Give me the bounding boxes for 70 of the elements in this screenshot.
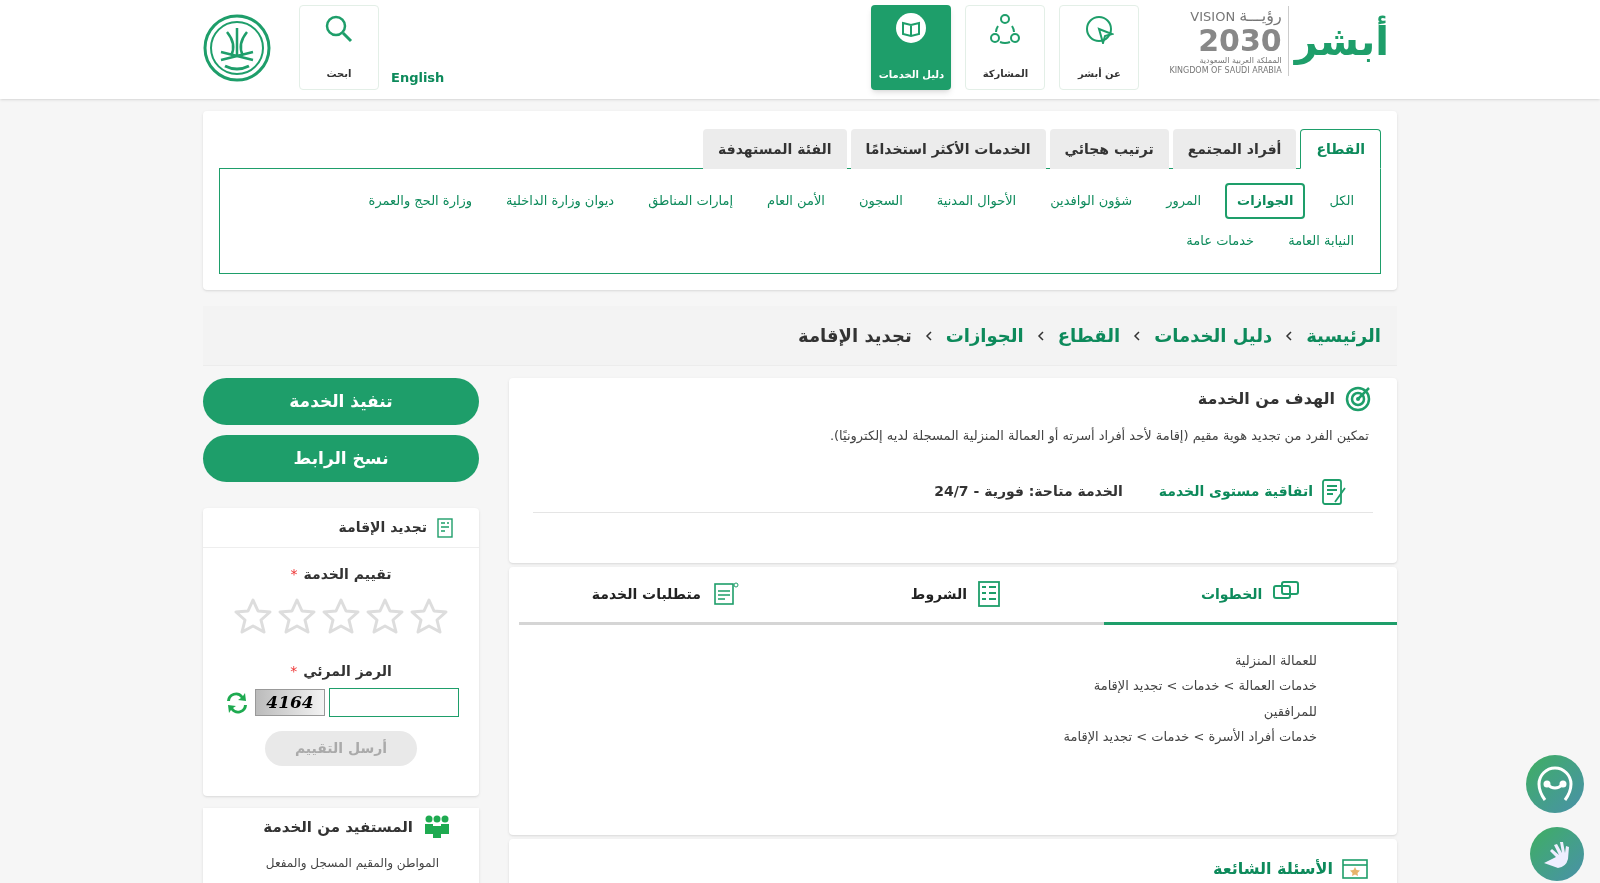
breadcrumb-link[interactable]: تجديد الإقامة [798, 322, 912, 349]
sector-item[interactable]: خدمات عامة [1176, 223, 1265, 259]
sector-item[interactable]: السجون [849, 183, 913, 219]
nav-tab[interactable]: المشاركة [965, 5, 1046, 90]
sector-item[interactable]: الكل [1319, 183, 1364, 219]
star-icon[interactable] [365, 597, 405, 635]
people-icon [423, 814, 451, 840]
field-label: الرمز المرئي [303, 662, 392, 682]
sector-tab[interactable]: أفراد المجتمع [1172, 129, 1297, 169]
breadcrumb-link[interactable]: القطاع [1057, 322, 1121, 349]
required-mark: * [290, 662, 298, 681]
sign-language-button[interactable] [1530, 827, 1584, 881]
emblem-icon [203, 14, 271, 82]
document-icon [437, 517, 453, 538]
required-mark: * [290, 565, 298, 584]
chat-assistant-button[interactable] [1526, 755, 1584, 813]
nav-tab[interactable]: دليل الخدمات [871, 5, 952, 90]
sector-item[interactable]: ديوان وزارة الداخلية [496, 183, 625, 219]
sector-item[interactable]: الجوازات [1225, 183, 1306, 219]
book-icon [896, 13, 927, 43]
target-icon [1345, 386, 1371, 412]
chevron-icon [1035, 329, 1046, 342]
chevron-icon [1284, 329, 1295, 342]
sector-item[interactable]: وزارة الحج والعمرة [358, 183, 483, 219]
action-button[interactable]: تنفيذ الخدمة [203, 378, 479, 425]
star-icon[interactable] [409, 597, 449, 635]
beneficiary-text: المواطن والمقيم المسجل والمفعل [264, 855, 440, 872]
breadcrumb-link[interactable]: دليل الخدمات [1154, 322, 1273, 349]
detail-tab[interactable]: الشروط [811, 566, 1105, 625]
section-title: الأسئلة الشائعة [1213, 857, 1333, 880]
sector-tab[interactable]: ترتيب هجائي [1049, 129, 1169, 169]
goal-description: تمكين الفرد من تجديد هوية مقيم (إقامة لأحد أفراد أسرته أو العمالة المنزلية المسجلة لديه إلكترونيًا). [828, 426, 1370, 446]
step-text: خدمات العمالة > خدمات > تجديد الإقامة [1092, 677, 1317, 695]
breadcrumb-link[interactable]: الجوازات [945, 322, 1024, 349]
search-button[interactable]: ابحث [299, 5, 379, 90]
availability-text: الخدمة متاحة: فورية - 24/7 [934, 482, 1123, 502]
sector-item[interactable]: الأمن العام [757, 183, 835, 219]
sla-link[interactable]: اتفاقية مستوى الخدمة [1158, 481, 1313, 502]
share-icon [990, 14, 1021, 44]
sector-item[interactable]: النيابة العامة [1278, 223, 1364, 259]
star-icon[interactable] [321, 597, 361, 635]
section-title: الهدف من الخدمة [1197, 388, 1335, 410]
star-icon[interactable] [233, 597, 273, 635]
sector-item[interactable]: إمارات المناطق [638, 183, 744, 219]
captcha-input[interactable] [329, 688, 459, 717]
sector-item[interactable]: الأحوال المدنية [926, 183, 1027, 219]
step-text: خدمات أفراد الأسرة > خدمات > تجديد الإقامة [1062, 727, 1317, 747]
pointer-icon [1084, 14, 1115, 44]
step-text: للمرافقين [1262, 702, 1317, 721]
language-link[interactable]: English [391, 68, 445, 88]
sector-tab[interactable]: الفئة المستهدفة [703, 129, 847, 169]
detail-tab[interactable]: متطلبات الخدمة [519, 566, 812, 625]
detail-tab[interactable]: الخطوات [1104, 566, 1397, 625]
document-pen-icon [1321, 477, 1347, 506]
card-title: تجديد الإقامة [338, 518, 427, 537]
sector-item[interactable]: المرور [1156, 183, 1212, 219]
step-text: للعمالة المنزلية [1233, 651, 1317, 670]
field-label: تقييم الخدمة [303, 565, 392, 584]
search-icon [324, 14, 354, 44]
star-icon[interactable] [277, 597, 317, 635]
breadcrumb-link[interactable]: الرئيسية [1306, 322, 1381, 349]
sector-tab[interactable]: القطاع [1300, 129, 1381, 169]
captcha-code: 4164 [266, 690, 314, 714]
action-button[interactable]: نسخ الرابط [203, 435, 479, 482]
card-title: المستفيد من الخدمة [263, 816, 413, 838]
nav-tab[interactable]: عن أبشر [1059, 5, 1140, 90]
chevron-icon [923, 329, 934, 342]
sector-tab[interactable]: الخدمات الأكثر استخدامًا [850, 129, 1046, 169]
sector-item[interactable]: شؤون الوافدين [1040, 183, 1143, 219]
chevron-icon [1132, 329, 1143, 342]
